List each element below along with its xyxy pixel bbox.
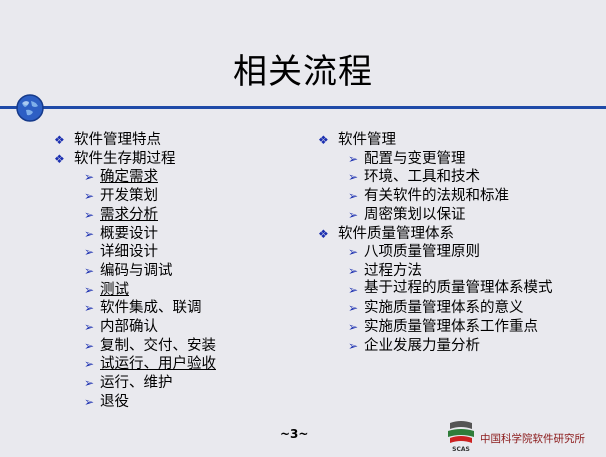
globe-icon xyxy=(16,94,44,122)
sub-list-item: ➢ 详细设计 xyxy=(54,243,216,262)
list-item-label: 软件生存期过程 xyxy=(74,150,176,167)
arrow-bullet-icon: ➢ xyxy=(348,151,359,166)
sub-item-label: 周密策划以保证 xyxy=(364,206,466,223)
logo-text: SCAS xyxy=(452,446,470,453)
diamond-bullet-icon: ❖ xyxy=(318,133,329,147)
arrow-bullet-icon: ➢ xyxy=(84,376,95,391)
arrow-bullet-icon: ➢ xyxy=(84,207,95,222)
sub-list-item: ➢ 编码与调试 xyxy=(54,262,216,281)
sub-item-label: 配置与变更管理 xyxy=(364,150,466,167)
arrow-bullet-icon: ➢ xyxy=(348,207,359,222)
sub-item-label: 基于过程的质量管理体系模式 xyxy=(364,279,553,296)
sub-item-label: 有关软件的法规和标准 xyxy=(364,188,509,205)
sub-item-label: 内部确认 xyxy=(100,319,158,336)
sub-list-item: ➢ 有关软件的法规和标准 xyxy=(318,187,574,206)
list-item-label: 软件管理特点 xyxy=(74,132,161,148)
list-item: ❖ 软件管理 xyxy=(318,131,574,150)
sub-list-item[interactable]: ➢ 试运行、用户验收 xyxy=(54,355,216,374)
scas-logo-icon: SCAS xyxy=(448,421,474,453)
title-divider xyxy=(0,106,606,109)
sub-item-label: 八项质量管理原则 xyxy=(364,244,480,261)
slide-title: 相关流程 xyxy=(233,52,373,92)
list-item: ❖ 软件管理特点 xyxy=(54,131,216,150)
sub-list-item: ➢ 运行、维护 xyxy=(54,374,216,393)
arrow-bullet-icon: ➢ xyxy=(348,282,359,297)
diamond-bullet-icon: ❖ xyxy=(318,226,329,241)
sub-list-item[interactable]: ➢ 需求分析 xyxy=(54,206,216,225)
sub-list-item: ➢ 环境、工具和技术 xyxy=(318,168,574,187)
arrow-bullet-icon: ➢ xyxy=(84,357,95,372)
arrow-bullet-icon: ➢ xyxy=(348,189,359,204)
sub-item-label: 企业发展力量分析 xyxy=(364,337,480,354)
sub-item-link[interactable]: 需求分析 xyxy=(100,206,158,225)
sub-list-item[interactable]: ➢ 测试 xyxy=(54,281,216,300)
sub-item-label: 软件集成、联调 xyxy=(100,300,202,317)
sub-item-label: 实施质量管理体系的意义 xyxy=(364,300,524,317)
arrow-bullet-icon: ➢ xyxy=(84,282,95,297)
sub-list-item: ➢ 概要设计 xyxy=(54,225,216,244)
sub-item-label: 开发策划 xyxy=(100,188,158,205)
sub-item-label: 详细设计 xyxy=(100,244,158,261)
sub-list-item: ➢ 基于过程的质量管理体系模式 xyxy=(318,279,574,300)
sub-list-item: ➢ 开发策划 xyxy=(54,187,216,206)
sub-item-label: 概要设计 xyxy=(100,225,158,242)
arrow-bullet-icon: ➢ xyxy=(348,301,359,316)
arrow-bullet-icon: ➢ xyxy=(84,170,95,185)
arrow-bullet-icon: ➢ xyxy=(84,301,95,316)
arrow-bullet-icon: ➢ xyxy=(348,170,359,185)
sub-list-item: ➢ 实施质量管理体系工作重点 xyxy=(318,318,574,337)
list-item: ❖ 软件质量管理体系 xyxy=(318,225,574,244)
arrow-bullet-icon: ➢ xyxy=(348,338,359,353)
sub-item-link[interactable]: 确定需求 xyxy=(100,168,158,187)
slide: 相关流程 ❖ 软件管理特点 ❖ 软件生存期过程 ➢ 确定需求 ➢ 开发策划 ➢ … xyxy=(0,0,606,457)
arrow-bullet-icon: ➢ xyxy=(84,226,95,241)
sub-list-item: ➢ 退役 xyxy=(54,393,216,412)
arrow-bullet-icon: ➢ xyxy=(84,189,95,204)
sub-item-label: 过程方法 xyxy=(364,262,422,279)
list-item-label: 软件管理 xyxy=(338,132,396,148)
page-number: ~3~ xyxy=(280,427,309,441)
sub-list-item[interactable]: ➢ 确定需求 xyxy=(54,168,216,187)
sub-list-item: ➢ 软件集成、联调 xyxy=(54,299,216,318)
arrow-bullet-icon: ➢ xyxy=(84,320,95,335)
sub-item-label: 复制、交付、安装 xyxy=(100,337,216,354)
sub-item-label: 运行、维护 xyxy=(100,375,173,392)
sub-list-item: ➢ 实施质量管理体系的意义 xyxy=(318,299,574,318)
sub-item-link[interactable]: 试运行、用户验收 xyxy=(100,355,216,374)
arrow-bullet-icon: ➢ xyxy=(84,394,95,409)
arrow-bullet-icon: ➢ xyxy=(348,320,359,335)
sub-item-label: 退役 xyxy=(100,393,129,410)
sub-list-item: ➢ 配置与变更管理 xyxy=(318,150,574,169)
arrow-bullet-icon: ➢ xyxy=(84,245,95,260)
diamond-bullet-icon: ❖ xyxy=(54,133,65,147)
list-item: ❖ 软件生存期过程 xyxy=(54,150,216,169)
sub-list-item: ➢ 复制、交付、安装 xyxy=(54,337,216,356)
sub-list-item: ➢ 周密策划以保证 xyxy=(318,206,574,225)
arrow-bullet-icon: ➢ xyxy=(84,338,95,353)
sub-list-item: ➢ 八项质量管理原则 xyxy=(318,243,574,262)
left-column: ❖ 软件管理特点 ❖ 软件生存期过程 ➢ 确定需求 ➢ 开发策划 ➢ 需求分析 … xyxy=(54,131,216,412)
sub-item-link[interactable]: 测试 xyxy=(100,281,129,300)
arrow-bullet-icon: ➢ xyxy=(348,263,359,278)
sub-item-label: 编码与调试 xyxy=(100,262,173,279)
diamond-bullet-icon: ❖ xyxy=(54,151,65,166)
sub-item-label: 环境、工具和技术 xyxy=(364,169,480,186)
sub-list-item: ➢ 企业发展力量分析 xyxy=(318,337,574,356)
sub-item-label: 实施质量管理体系工作重点 xyxy=(364,319,538,336)
organization-name: 中国科学院软件研究所 xyxy=(480,433,585,445)
sub-list-item: ➢ 内部确认 xyxy=(54,318,216,337)
arrow-bullet-icon: ➢ xyxy=(348,245,359,260)
right-column: ❖ 软件管理 ➢ 配置与变更管理 ➢ 环境、工具和技术 ➢ 有关软件的法规和标准… xyxy=(318,131,574,355)
arrow-bullet-icon: ➢ xyxy=(84,263,95,278)
list-item-label: 软件质量管理体系 xyxy=(338,225,454,242)
sub-list-item: ➢ 过程方法 xyxy=(318,262,574,281)
